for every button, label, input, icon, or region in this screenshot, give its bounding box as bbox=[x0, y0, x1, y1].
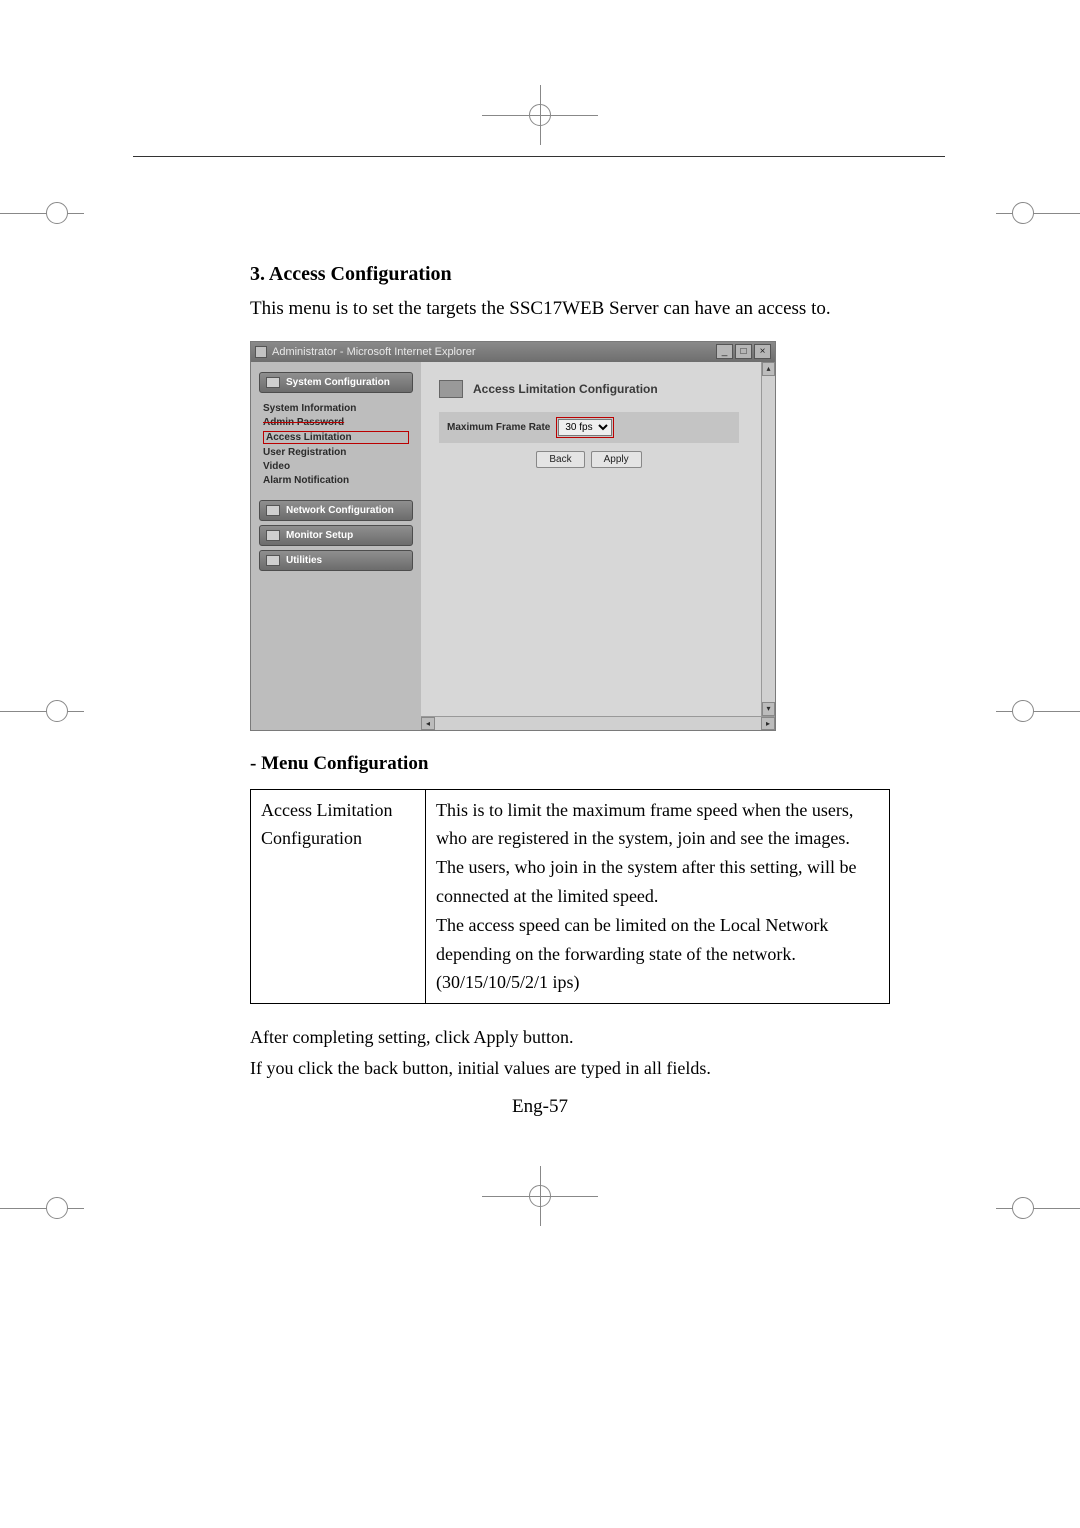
panel-icon bbox=[439, 380, 463, 398]
note-back: If you click the back button, initial va… bbox=[250, 1053, 875, 1084]
nav-sublist: System Information Admin Password Access… bbox=[259, 397, 413, 496]
window-title: Administrator - Microsoft Internet Explo… bbox=[272, 346, 476, 358]
nav-network-configuration[interactable]: Network Configuration bbox=[259, 500, 413, 521]
horizontal-scrollbar[interactable]: ◂ ▸ bbox=[421, 716, 775, 730]
scroll-up-icon[interactable]: ▴ bbox=[762, 362, 775, 376]
sidebar-item-user-registration[interactable]: User Registration bbox=[263, 447, 409, 458]
row-label: Access Limitation bbox=[261, 796, 415, 825]
window-max-button[interactable]: □ bbox=[735, 344, 752, 359]
scroll-down-icon[interactable]: ▾ bbox=[762, 702, 775, 716]
network-icon bbox=[266, 505, 280, 516]
crop-mark-left bbox=[0, 693, 84, 729]
crop-mark-top bbox=[522, 85, 558, 145]
crop-mark-right bbox=[996, 195, 1080, 231]
tools-icon bbox=[266, 555, 280, 566]
table-row: Access Limitation Configuration This is … bbox=[251, 789, 890, 1004]
window-close-button[interactable]: × bbox=[754, 344, 771, 359]
panel-title: Access Limitation Configuration bbox=[473, 382, 658, 396]
sidebar-item-video[interactable]: Video bbox=[263, 461, 409, 472]
menu-config-heading: - Menu Configuration bbox=[250, 753, 875, 775]
form-row-max-frame-rate: Maximum Frame Rate 30 fps bbox=[439, 412, 739, 443]
nav-label: Utilities bbox=[286, 555, 322, 566]
apply-button[interactable]: Apply bbox=[591, 451, 642, 468]
section-intro: This menu is to set the targets the SSC1… bbox=[250, 296, 875, 323]
main-pane: Access Limitation Configuration Maximum … bbox=[421, 362, 775, 730]
crop-mark-right bbox=[996, 693, 1080, 729]
sidebar-item-admin-password[interactable]: Admin Password bbox=[263, 417, 409, 428]
window-min-button[interactable]: _ bbox=[716, 344, 733, 359]
sidebar-item-alarm-notification[interactable]: Alarm Notification bbox=[263, 475, 409, 486]
nav-label: Monitor Setup bbox=[286, 530, 353, 541]
nav-label: Network Configuration bbox=[286, 505, 394, 516]
section-heading: 3. Access Configuration bbox=[250, 263, 875, 286]
browser-window: Administrator - Microsoft Internet Explo… bbox=[250, 341, 776, 731]
monitor-icon bbox=[266, 530, 280, 541]
sidebar-item-access-limitation[interactable]: Access Limitation bbox=[263, 431, 409, 444]
crop-mark-right bbox=[996, 1190, 1080, 1226]
menu-config-table: Access Limitation Configuration This is … bbox=[250, 789, 890, 1005]
sidebar: System Configuration System Information … bbox=[251, 362, 421, 730]
monitor-icon bbox=[266, 377, 280, 388]
nav-system-configuration[interactable]: System Configuration bbox=[259, 372, 413, 393]
nav-label: System Configuration bbox=[286, 377, 390, 388]
row-label: Configuration bbox=[261, 824, 415, 853]
scroll-right-icon[interactable]: ▸ bbox=[761, 717, 775, 730]
row-description: This is to limit the maximum frame speed… bbox=[426, 789, 890, 1004]
back-button[interactable]: Back bbox=[536, 451, 584, 468]
nav-utilities[interactable]: Utilities bbox=[259, 550, 413, 571]
note-apply: After completing setting, click Apply bu… bbox=[250, 1022, 875, 1053]
nav-monitor-setup[interactable]: Monitor Setup bbox=[259, 525, 413, 546]
field-label: Maximum Frame Rate bbox=[447, 422, 550, 433]
scroll-left-icon[interactable]: ◂ bbox=[421, 717, 435, 730]
page-number: Eng-57 bbox=[512, 1096, 568, 1118]
max-frame-rate-select[interactable]: 30 fps bbox=[558, 419, 612, 436]
vertical-scrollbar[interactable]: ▴ ▾ bbox=[761, 362, 775, 716]
window-titlebar: Administrator - Microsoft Internet Explo… bbox=[251, 342, 775, 362]
crop-mark-left bbox=[0, 195, 84, 231]
crop-mark-left bbox=[0, 1190, 84, 1226]
sidebar-item-system-information[interactable]: System Information bbox=[263, 403, 409, 414]
ie-icon bbox=[255, 346, 267, 358]
